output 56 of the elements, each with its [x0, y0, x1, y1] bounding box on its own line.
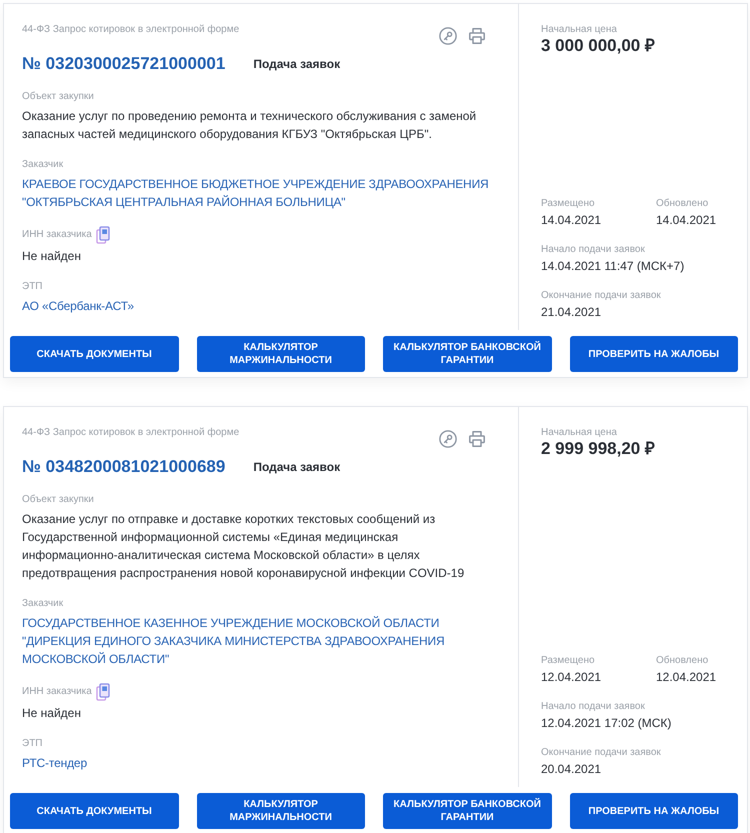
- price-value: 2 999 998,20 ₽: [541, 440, 655, 458]
- action-button[interactable]: СКАЧАТЬ ДОКУМЕНТЫ: [10, 336, 178, 372]
- copy-icon[interactable]: [96, 226, 110, 244]
- procedure-type: 44-ФЗ Запрос котировок в электронной форме: [22, 23, 240, 37]
- copy-icon[interactable]: [96, 683, 110, 701]
- key-icon[interactable]: [439, 430, 457, 448]
- date-label: Окончание подачи заявок: [541, 289, 661, 303]
- date-value: 14.04.2021 11:47 (МСК+7): [541, 258, 684, 274]
- field-link[interactable]: КРАЕВОЕ ГОСУДАРСТВЕННОЕ БЮДЖЕТНОЕ УЧРЕЖДЕНИЕ ЗДРАВООХРАНЕНИЯ "ОКТЯБРЬСКАЯ ЦЕНТРАЛЬНАЯ РАЙОННАЯ БОЛЬНИЦА": [22, 175, 492, 211]
- date-label: Размещено: [541, 654, 595, 668]
- field-link[interactable]: РТС-тендер: [22, 754, 87, 772]
- action-button[interactable]: КАЛЬКУЛЯТОР МАРЖИНАЛЬНОСТИ: [196, 793, 365, 829]
- date-label: Окончание подачи заявок: [541, 746, 661, 760]
- field-label: ЭТП: [22, 737, 42, 751]
- price-value: 3 000 000,00 ₽: [541, 37, 655, 55]
- date-value: 12.04.2021 17:02 (МСК): [541, 715, 672, 731]
- price-label: Начальная цена: [541, 426, 617, 440]
- field-link[interactable]: ГОСУДАРСТВЕННОЕ КАЗЕННОЕ УЧРЕЖДЕНИЕ МОСКОВСКОЙ ОБЛАСТИ "ДИРЕКЦИЯ ЕДИНОГО ЗАКАЗЧИКА МИНИСТЕРСТВА ЗДРАВООХРАНЕНИЯ МОСКОВСКОЙ ОБЛАСТИ": [22, 614, 492, 668]
- field-value: Оказание услуг по отправке и доставке коротких текстовых сообщений из Государственной информационной системы «Единая медицинская информационно-аналитическая система Московской области» в целях предотвращения распространения новой коронавирусной инфекции COVID-19: [22, 511, 466, 582]
- field-value: Оказание услуг по проведению ремонта и технического обслуживания с заменой запасных частей медицинского оборудования КГБУЗ "Октябрьская ЦРБ".: [22, 108, 478, 143]
- field-label: Заказчик: [22, 158, 64, 172]
- field-value: Не найден: [22, 248, 81, 265]
- action-button[interactable]: ПРОВЕРИТЬ НА ЖАЛОБЫ: [570, 336, 738, 372]
- field-label: ИНН заказчика: [22, 685, 92, 699]
- date-value: 12.04.2021: [656, 669, 716, 685]
- printer-icon[interactable]: [468, 27, 486, 45]
- field-link[interactable]: АО «Сбербанк-АСТ»: [22, 297, 134, 315]
- action-button[interactable]: СКАЧАТЬ ДОКУМЕНТЫ: [10, 793, 178, 829]
- action-button[interactable]: КАЛЬКУЛЯТОР БАНКОВСКОЙ ГАРАНТИИ: [383, 793, 552, 829]
- date-label: Обновлено: [656, 654, 708, 668]
- procedure-type: 44-ФЗ Запрос котировок в электронной форме: [22, 426, 240, 440]
- field-label: ЭТП: [22, 280, 42, 294]
- tender-number-link[interactable]: № 0320300025721000001: [22, 53, 226, 75]
- date-label: Начало подачи заявок: [541, 243, 645, 257]
- status-label: Подача заявок: [253, 459, 340, 475]
- status-label: Подача заявок: [253, 56, 340, 72]
- key-icon[interactable]: [439, 27, 457, 45]
- field-label: Заказчик: [22, 597, 64, 611]
- date-value: 21.04.2021: [541, 304, 602, 320]
- printer-icon[interactable]: [468, 430, 486, 448]
- date-label: Начало подачи заявок: [541, 700, 645, 714]
- action-button[interactable]: КАЛЬКУЛЯТОР БАНКОВСКОЙ ГАРАНТИИ: [383, 336, 552, 372]
- field-label: Объект закупки: [22, 90, 94, 104]
- tender-number-link[interactable]: № 0348200081021000689: [22, 456, 226, 478]
- date-value: 12.04.2021: [541, 669, 602, 685]
- date-label: Размещено: [541, 197, 595, 211]
- action-button[interactable]: ПРОВЕРИТЬ НА ЖАЛОБЫ: [570, 793, 738, 829]
- date-label: Обновлено: [656, 197, 708, 211]
- date-value: 20.04.2021: [541, 761, 602, 777]
- field-value: Не найден: [22, 705, 81, 722]
- action-button[interactable]: КАЛЬКУЛЯТОР МАРЖИНАЛЬНОСТИ: [196, 336, 365, 372]
- date-value: 14.04.2021: [541, 212, 602, 228]
- price-label: Начальная цена: [541, 23, 617, 37]
- field-label: ИНН заказчика: [22, 228, 92, 242]
- date-value: 14.04.2021: [656, 212, 716, 228]
- field-label: Объект закупки: [22, 493, 94, 507]
